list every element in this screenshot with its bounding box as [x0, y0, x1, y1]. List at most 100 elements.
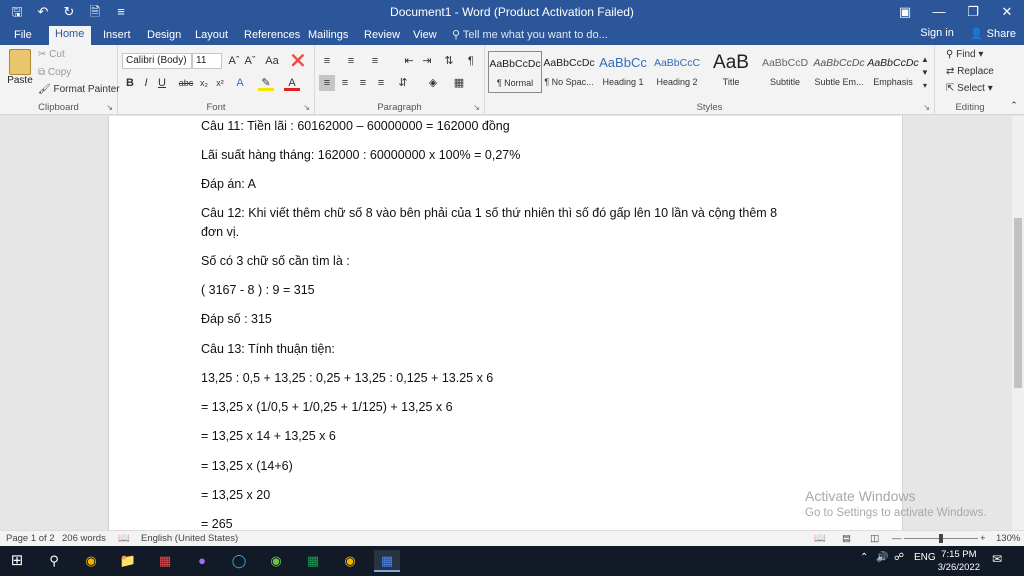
decrease-indent-icon[interactable]: ⇤ [401, 53, 417, 69]
app-icon[interactable]: ▦ [152, 550, 178, 572]
superscript-icon[interactable]: x² [212, 75, 228, 91]
dialog-launcher-icon[interactable]: ↘ [303, 103, 310, 112]
tab-home[interactable]: Home [49, 26, 91, 45]
copy-button[interactable]: ⧉ Copy [38, 67, 71, 78]
document-page[interactable]: Câu 11: Tiền lãi : 60162000 – 60000000 =… [108, 116, 903, 530]
proofing-icon[interactable]: 📖 [118, 533, 130, 544]
clock[interactable]: 7:15 PM 3/26/2022 [938, 548, 980, 574]
vertical-scrollbar[interactable] [1012, 116, 1024, 530]
chrome-icon[interactable]: ◉ [337, 550, 363, 572]
clear-formatting-icon[interactable]: ❌ [290, 53, 306, 69]
justify-icon[interactable]: ≡ [373, 75, 389, 91]
maximize-icon[interactable]: ❐ [956, 0, 990, 24]
format-painter-button[interactable]: 🖌 Format Painter [38, 84, 120, 95]
network-icon[interactable]: ☍ [894, 552, 904, 563]
text-effects-icon[interactable]: A [232, 75, 248, 91]
shading-icon[interactable]: ◈ [425, 75, 441, 91]
increase-indent-icon[interactable]: ⇥ [419, 53, 435, 69]
subscript-icon[interactable]: x₂ [196, 75, 212, 91]
multilevel-list-icon[interactable]: ≡ [367, 53, 383, 69]
style-normal[interactable]: AaBbCcDc ¶ Normal [488, 51, 542, 93]
show-marks-icon[interactable]: ¶ [463, 53, 479, 69]
minimize-icon[interactable]: — [922, 0, 956, 24]
chrome-icon[interactable]: ◉ [78, 550, 104, 572]
notifications-icon[interactable]: ✉ [992, 552, 1002, 566]
shrink-font-icon[interactable]: Aˇ [242, 53, 258, 69]
font-size-select[interactable]: 11 [192, 53, 222, 69]
edge-icon[interactable]: ◯ [226, 550, 252, 572]
align-right-icon[interactable]: ≡ [355, 75, 371, 91]
align-left-icon[interactable]: ≡ [319, 75, 335, 91]
zoom-slider-thumb[interactable] [939, 534, 943, 543]
messenger-icon[interactable]: ● [189, 550, 215, 572]
change-case-icon[interactable]: Aa [264, 53, 280, 69]
style-no-spacing[interactable]: AaBbCcDc ¶ No Spac... [542, 51, 596, 93]
bold-icon[interactable]: B [122, 75, 138, 91]
language-indicator[interactable]: English (United States) [141, 533, 238, 544]
share-button[interactable]: 👤 Share [970, 27, 1016, 40]
coccoc-icon[interactable]: ◉ [263, 550, 289, 572]
read-mode-icon[interactable]: 📖 [814, 533, 826, 544]
input-language[interactable]: ENG [914, 552, 936, 563]
chevron-up-icon[interactable]: ⌃ [860, 552, 868, 563]
dialog-launcher-icon[interactable]: ↘ [106, 103, 113, 112]
bullets-icon[interactable]: ≡ [319, 53, 335, 69]
paste-button[interactable]: Paste [6, 49, 34, 86]
highlight-icon[interactable]: ✎ [258, 75, 274, 91]
style-heading-1[interactable]: AaBbCc Heading 1 [596, 51, 650, 93]
grow-font-icon[interactable]: Aˆ [226, 53, 242, 69]
dialog-launcher-icon[interactable]: ↘ [923, 103, 930, 112]
scrollbar-thumb[interactable] [1014, 218, 1022, 388]
page-count[interactable]: Page 1 of 2 [6, 533, 55, 544]
font-color-icon[interactable]: A [284, 75, 300, 91]
sort-icon[interactable]: ⇅ [441, 53, 457, 69]
style-subtle-emphasis[interactable]: AaBbCcDc Subtle Em... [812, 51, 866, 93]
numbering-icon[interactable]: ≡ [343, 53, 359, 69]
zoom-level[interactable]: 130% [996, 533, 1020, 544]
tell-me-box[interactable]: ⚲ Tell me what you want to do... [452, 28, 608, 41]
tab-file[interactable]: File [8, 27, 38, 45]
volume-icon[interactable]: 🔊 [876, 552, 888, 563]
tab-mailings[interactable]: Mailings [302, 27, 354, 45]
zoom-out-icon[interactable]: — [892, 533, 902, 544]
tab-layout[interactable]: Layout [189, 27, 234, 45]
tab-references[interactable]: References [238, 27, 306, 45]
borders-icon[interactable]: ▦ [451, 75, 467, 91]
styles-scroll-icon[interactable]: ▲ ▼ ▾ [919, 53, 931, 93]
find-button[interactable]: ⚲ Find ▾ [946, 49, 983, 60]
web-layout-icon[interactable]: ◫ [870, 533, 879, 544]
underline-icon[interactable]: U [154, 75, 170, 91]
tab-design[interactable]: Design [141, 27, 187, 45]
tab-review[interactable]: Review [358, 27, 406, 45]
zoom-in-icon[interactable]: + [980, 533, 986, 544]
strikethrough-icon[interactable]: abc [178, 75, 194, 91]
excel-icon[interactable]: ▦ [300, 550, 326, 572]
replace-button[interactable]: ⇄ Replace [946, 66, 994, 77]
style-title[interactable]: AaB Title [704, 51, 758, 93]
line-spacing-icon[interactable]: ⇵ [395, 75, 411, 91]
search-icon[interactable]: ⚲ [41, 550, 67, 572]
print-layout-icon[interactable]: ▤ [842, 533, 851, 544]
replace-icon: ⇄ [946, 66, 955, 77]
tab-insert[interactable]: Insert [97, 27, 137, 45]
style-subtitle[interactable]: AaBbCcD Subtitle [758, 51, 812, 93]
window-controls: ▣ — ❐ ✕ [888, 0, 1024, 24]
dialog-launcher-icon[interactable]: ↘ [473, 103, 480, 112]
style-heading-2[interactable]: AaBbCcC Heading 2 [650, 51, 704, 93]
word-count[interactable]: 206 words [62, 533, 106, 544]
cut-button[interactable]: ✂ Cut [38, 49, 65, 60]
italic-icon[interactable]: I [138, 75, 154, 91]
close-icon[interactable]: ✕ [990, 0, 1024, 24]
font-name-select[interactable]: Calibri (Body) [122, 53, 192, 69]
align-center-icon[interactable]: ≡ [337, 75, 353, 91]
select-button[interactable]: ⇱ Select ▾ [946, 83, 993, 94]
style-emphasis[interactable]: AaBbCcDc Emphasis [866, 51, 920, 93]
sign-in-link[interactable]: Sign in [920, 27, 954, 40]
file-explorer-icon[interactable]: 📁 [115, 550, 141, 572]
word-icon[interactable]: ▦ [374, 550, 400, 572]
start-icon[interactable]: ⊞ [4, 550, 30, 572]
tab-view[interactable]: View [407, 27, 443, 45]
collapse-ribbon-icon[interactable]: ⌃ [1006, 97, 1022, 113]
ribbon-display-icon[interactable]: ▣ [888, 0, 922, 24]
document-line: Đáp án: A [201, 177, 256, 191]
